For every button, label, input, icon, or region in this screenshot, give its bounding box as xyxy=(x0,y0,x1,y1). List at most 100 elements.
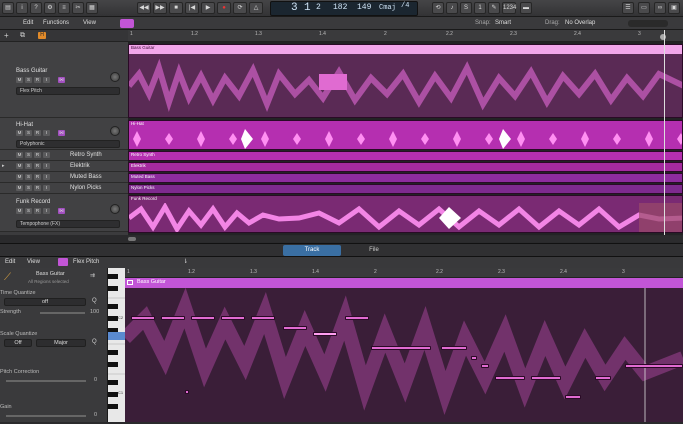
editor-ruler[interactable]: 1 1.2 1.3 1.4 2 2.2 2.3 2.4 3 xyxy=(125,268,683,278)
forward-button[interactable]: ▶▶ xyxy=(153,2,167,14)
snap-select[interactable]: Smart xyxy=(492,19,514,28)
track-header-retro[interactable]: M S R I Retro Synth xyxy=(0,150,128,161)
solo-button[interactable]: S xyxy=(25,163,32,169)
playhead-marker[interactable] xyxy=(660,34,666,40)
track-header-bass[interactable]: Bass Guitar M S R I ⋈ Flex Pitch xyxy=(0,42,128,118)
pitch-note[interactable] xyxy=(161,316,185,320)
region-retro-synth[interactable]: Retro Synth xyxy=(128,151,683,161)
solo-button[interactable]: S xyxy=(25,77,32,83)
input-monitor-button[interactable]: I xyxy=(43,77,50,83)
drag-select[interactable]: No Overlap xyxy=(562,19,598,28)
record-enable-button[interactable]: R xyxy=(34,152,41,158)
duplicate-icon[interactable]: ⧉ xyxy=(20,32,25,40)
rewind-button[interactable]: ◀◀ xyxy=(137,2,151,14)
library-icon[interactable]: ▤ xyxy=(2,2,14,14)
record-enable-button[interactable]: R xyxy=(34,185,41,191)
help-icon[interactable]: ? xyxy=(30,2,42,14)
input-monitor-button[interactable]: I xyxy=(43,174,50,180)
loop-browser-icon[interactable]: ∞ xyxy=(654,2,666,14)
pitch-note[interactable] xyxy=(283,326,307,330)
smart-controls-icon[interactable]: ⚙ xyxy=(44,2,56,14)
region-hi-hat[interactable]: Hi-Hat xyxy=(128,120,683,150)
editor-view-menu[interactable]: View xyxy=(24,258,43,267)
region-nylon-picks[interactable]: Nylon Picks xyxy=(128,184,683,194)
edit-menu[interactable]: Edit xyxy=(20,19,36,28)
mixer-icon[interactable]: ≡ xyxy=(58,2,70,14)
tool-menu[interactable]: ⇂ xyxy=(180,258,191,267)
count-in-icon[interactable]: 1 xyxy=(474,2,486,14)
notepad-icon[interactable]: ▭ xyxy=(638,2,650,14)
mute-button[interactable]: M xyxy=(16,174,23,180)
stop-button[interactable]: ■ xyxy=(169,2,183,14)
disclosure-icon[interactable]: ▸ xyxy=(2,163,5,169)
pitch-note[interactable] xyxy=(131,316,155,320)
view-menu[interactable]: View xyxy=(80,19,99,28)
flex-pitch-editor[interactable]: Bass Guitar xyxy=(125,278,683,422)
functions-menu[interactable]: Functions xyxy=(40,19,72,28)
mute-button[interactable]: M xyxy=(16,208,23,214)
horizontal-scrollbar[interactable] xyxy=(128,236,683,242)
volume-knob[interactable] xyxy=(110,204,120,214)
flex-mode-select[interactable]: Polyphonic xyxy=(16,140,120,148)
region-funk-record[interactable]: Funk Record xyxy=(128,195,683,233)
pitch-note[interactable] xyxy=(481,364,489,368)
scissors-icon[interactable]: ✂ xyxy=(72,2,84,14)
strength-slider[interactable] xyxy=(40,312,85,314)
pitch-note[interactable] xyxy=(495,376,525,380)
pitch-note[interactable] xyxy=(471,356,477,360)
region-elektrik[interactable]: Elektrik xyxy=(128,162,683,172)
counter-button[interactable]: 1234 xyxy=(502,2,516,14)
lcd-display[interactable]: 3 1 2 182 149 Cmaj /4 xyxy=(270,1,418,16)
mute-button[interactable]: M xyxy=(16,185,23,191)
record-button[interactable]: ● xyxy=(217,2,231,14)
record-enable-button[interactable]: R xyxy=(34,130,41,136)
pitch-note[interactable] xyxy=(531,376,561,380)
flex-mode-select[interactable]: Flex Pitch xyxy=(70,258,102,267)
editor-edit-menu[interactable]: Edit xyxy=(2,258,18,267)
play-button[interactable]: ▶ xyxy=(201,2,215,14)
region-options-icon[interactable]: ⇉ xyxy=(90,272,95,279)
region-bass-guitar[interactable]: Bass Guitar xyxy=(128,44,683,118)
pitch-note[interactable] xyxy=(441,346,467,350)
piano-keyboard[interactable]: C2 C1 xyxy=(108,268,125,422)
zoom-slider[interactable] xyxy=(628,20,668,27)
flex-mode-select[interactable]: Flex Pitch xyxy=(16,87,120,95)
track-header-funk[interactable]: Funk Record M S R I ⋈ Tempophone (FX) xyxy=(0,194,128,232)
input-monitor-button[interactable]: I xyxy=(43,208,50,214)
scale-root-select[interactable]: Off xyxy=(4,339,32,347)
input-monitor-button[interactable]: I xyxy=(43,185,50,191)
flex-icon[interactable]: ⋈ xyxy=(58,208,65,214)
browser-icon[interactable]: ▣ xyxy=(668,2,680,14)
mute-button[interactable]: M xyxy=(16,152,23,158)
track-header-elektrik[interactable]: ▸ M S R I Elektrik xyxy=(0,161,128,172)
pitch-note[interactable] xyxy=(625,364,683,368)
replace-icon[interactable]: ⟲ xyxy=(432,2,444,14)
track-header-muted-bass[interactable]: M S R I Muted Bass xyxy=(0,172,128,183)
record-enable-button[interactable]: R xyxy=(34,174,41,180)
pitch-note[interactable] xyxy=(185,390,189,394)
pitch-note[interactable] xyxy=(345,316,369,320)
pitch-note[interactable] xyxy=(371,346,431,350)
input-monitor-button[interactable]: I xyxy=(43,152,50,158)
scale-type-select[interactable]: Major xyxy=(36,339,86,347)
solo-button[interactable]: S xyxy=(25,208,32,214)
add-track-icon[interactable]: + xyxy=(4,31,9,40)
tab-track[interactable]: Track xyxy=(283,245,341,256)
pitch-correction-slider[interactable] xyxy=(6,380,86,382)
record-enable-button[interactable]: R xyxy=(34,208,41,214)
metronome-icon[interactable]: △ xyxy=(249,2,263,14)
solo-button[interactable]: S xyxy=(25,152,32,158)
pencil-icon[interactable]: ✎ xyxy=(488,2,500,14)
record-enable-button[interactable]: R xyxy=(34,77,41,83)
record-enable-button[interactable]: R xyxy=(34,163,41,169)
list-editors-icon[interactable]: ☰ xyxy=(622,2,634,14)
master-volume-icon[interactable]: ▬ xyxy=(520,2,532,14)
catch-icon[interactable] xyxy=(120,19,134,28)
track-header-nylon[interactable]: M S R I Nylon Picks xyxy=(0,183,128,194)
mute-button[interactable]: M xyxy=(16,130,23,136)
hide-icon[interactable]: H xyxy=(38,32,46,39)
flex-icon[interactable]: ⋈ xyxy=(58,130,65,136)
flex-mode-select[interactable]: Tempophone (FX) xyxy=(16,220,120,228)
region-muted-bass[interactable]: Muted Bass xyxy=(128,173,683,183)
solo-button[interactable]: S xyxy=(25,174,32,180)
